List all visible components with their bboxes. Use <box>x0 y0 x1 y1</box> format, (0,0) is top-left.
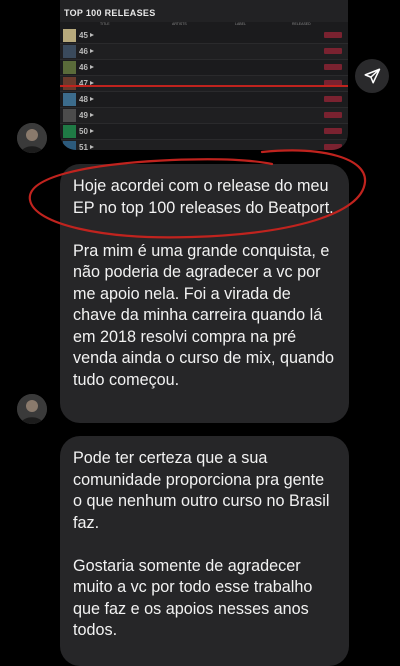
release-rank: 45 <box>79 31 88 40</box>
buy-button <box>324 48 342 54</box>
play-icon <box>90 129 94 133</box>
avatar[interactable] <box>17 123 47 153</box>
release-artwork <box>63 77 76 90</box>
release-artwork <box>63 125 76 138</box>
release-rank: 50 <box>79 127 88 136</box>
play-icon <box>90 49 94 53</box>
share-button[interactable] <box>355 59 389 93</box>
release-artwork <box>63 29 76 42</box>
user-photo-icon <box>17 394 47 424</box>
release-row: 46 <box>60 44 348 60</box>
buy-button <box>324 32 342 38</box>
paper-plane-icon <box>364 68 381 84</box>
column-title: TITLE <box>100 22 110 26</box>
play-icon <box>90 65 94 69</box>
release-rank: 48 <box>79 95 88 104</box>
beatport-title: TOP 100 RELEASES <box>64 8 156 18</box>
release-rank: 49 <box>79 111 88 120</box>
release-row: 51 <box>60 140 348 150</box>
play-icon <box>90 33 94 37</box>
chat-thread: TOP 100 RELEASES TITLE ARTISTS LABEL REL… <box>0 0 400 666</box>
release-row: 45 <box>60 28 348 44</box>
message-paragraph: Pode ter certeza que a sua comunidade pr… <box>73 449 334 532</box>
play-icon <box>90 145 94 149</box>
play-icon <box>90 113 94 117</box>
message-paragraph: Gostaria somente de agradecer muito a vc… <box>73 556 317 640</box>
beatport-header: TOP 100 RELEASES <box>60 0 348 22</box>
message-paragraph: Hoje acordei com o release do meu EP no … <box>73 177 334 217</box>
release-artwork <box>63 109 76 122</box>
image-attachment[interactable]: TOP 100 RELEASES TITLE ARTISTS LABEL REL… <box>60 0 348 150</box>
release-row: 49 <box>60 108 348 124</box>
user-photo-icon <box>17 123 47 153</box>
release-artwork <box>63 61 76 74</box>
release-artwork <box>63 141 76 150</box>
column-artists: ARTISTS <box>172 22 187 26</box>
release-artwork <box>63 93 76 106</box>
message-bubble[interactable]: Pode ter certeza que a sua comunidade pr… <box>60 436 349 666</box>
buy-button <box>324 144 342 150</box>
message-paragraph: Pra mim é uma grande conquista, e não po… <box>73 241 339 389</box>
release-row: 50 <box>60 124 348 140</box>
release-row: 46 <box>60 60 348 76</box>
release-rank: 46 <box>79 63 88 72</box>
release-row: 47 <box>60 76 348 92</box>
column-label: LABEL <box>235 22 246 26</box>
buy-button <box>324 96 342 102</box>
play-icon <box>90 97 94 101</box>
release-rank: 46 <box>79 47 88 56</box>
message-bubble[interactable]: Hoje acordei com o release do meu EP no … <box>60 164 349 423</box>
buy-button <box>324 128 342 134</box>
annotation-underline <box>60 85 348 87</box>
buy-button <box>324 64 342 70</box>
column-released: RELEASED <box>292 22 311 26</box>
buy-button <box>324 112 342 118</box>
beatport-release-list: 45 46 46 47 48 49 50 51 <box>60 28 348 150</box>
release-row: 48 <box>60 92 348 108</box>
release-artwork <box>63 45 76 58</box>
avatar[interactable] <box>17 394 47 424</box>
release-rank: 51 <box>79 143 88 150</box>
